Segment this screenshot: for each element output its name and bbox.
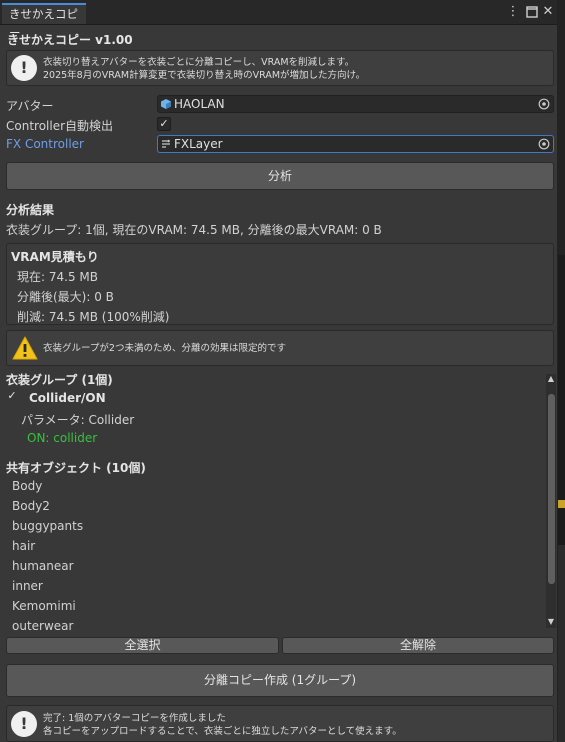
scrollbar-thumb[interactable] bbox=[548, 394, 555, 584]
tab-kisekae-copy[interactable]: きせかえコピー bbox=[2, 3, 86, 40]
object-picker-icon[interactable] bbox=[538, 138, 550, 150]
maximize-icon[interactable] bbox=[524, 4, 540, 20]
avatar-label: アバター bbox=[6, 99, 54, 113]
close-icon[interactable]: ✕ bbox=[540, 4, 556, 20]
group-parameter: パラメータ: Collider bbox=[21, 413, 135, 427]
status-help-box: ! 完了: 1個のアバターコピーを作成しました 各コピーをアップロードすることで… bbox=[6, 705, 554, 742]
autodetect-label: Controller自動検出 bbox=[6, 119, 114, 133]
info-icon: ! bbox=[11, 711, 37, 737]
vram-reduction: 削減: 74.5 MB (100%削減) bbox=[17, 310, 170, 324]
list-item: Body2 bbox=[12, 499, 50, 513]
group-name: Collider/ON bbox=[29, 391, 106, 405]
info-line-1: 衣装切り替えアバターを衣装ごとに分離コピーし、VRAMを削減します。 bbox=[43, 57, 355, 68]
warning-help-box: 衣装グループが2つ未満のため、分離の効果は限定的です bbox=[6, 330, 554, 366]
list-item: buggypants bbox=[12, 519, 84, 533]
results-heading: 分析結果 bbox=[6, 203, 55, 217]
info-line-2: 2025年8月のVRAM計算変更で衣装切り替え時のVRAMが増加した方向け。 bbox=[43, 70, 366, 81]
list-item: outerwear bbox=[12, 619, 74, 632]
avatar-field[interactable]: HAOLAN bbox=[157, 95, 554, 113]
info-icon: ! bbox=[11, 55, 37, 81]
group-checkbox[interactable]: ✓ bbox=[5, 390, 19, 404]
kisekae-copy-window: きせかえコピー ⋮ ✕ きせかえコピー v1.00 ! 衣装切り替えアバターを衣… bbox=[0, 0, 558, 742]
status-line-2: 各コピーをアップロードすることで、衣装ごとに独立したアバターとして使えます。 bbox=[43, 726, 402, 737]
fx-controller-field[interactable]: FXLayer bbox=[157, 135, 554, 153]
list-item: hair bbox=[12, 539, 36, 553]
list-item: Kemomimi bbox=[12, 599, 76, 613]
list-item: inner bbox=[12, 579, 43, 593]
group-on-value: ON: collider bbox=[27, 431, 98, 445]
analyze-button[interactable]: 分析 bbox=[6, 162, 554, 190]
fx-controller-value: FXLayer bbox=[174, 137, 223, 151]
kebab-menu-icon[interactable]: ⋮ bbox=[505, 4, 521, 20]
fx-controller-label: FX Controller bbox=[6, 137, 84, 151]
vram-after: 分離後(最大): 0 B bbox=[17, 290, 114, 304]
vram-title: VRAM見積もり bbox=[11, 250, 99, 264]
warning-icon bbox=[12, 336, 38, 360]
info-help-box: ! 衣装切り替えアバターを衣装ごとに分離コピーし、VRAMを削減します。 202… bbox=[6, 50, 554, 86]
scroll-up-arrow-icon[interactable]: ▲ bbox=[546, 374, 556, 383]
animator-controller-icon bbox=[162, 139, 170, 148]
scroll-down-arrow-icon[interactable]: ▼ bbox=[546, 617, 556, 626]
background-app-strip bbox=[557, 0, 565, 742]
page-title: きせかえコピー v1.00 bbox=[7, 33, 133, 47]
vram-estimate-box: VRAM見積もり 現在: 74.5 MB 分離後(最大): 0 B 削減: 74… bbox=[6, 243, 554, 325]
object-picker-icon[interactable] bbox=[538, 98, 550, 110]
deselect-all-button[interactable]: 全解除 bbox=[282, 637, 554, 654]
autodetect-checkbox[interactable]: ✓ bbox=[157, 117, 171, 131]
warning-text: 衣装グループが2つ未満のため、分離の効果は限定的です bbox=[43, 343, 286, 354]
vram-current: 現在: 74.5 MB bbox=[17, 270, 98, 284]
results-summary: 衣装グループ: 1個, 現在のVRAM: 74.5 MB, 分離後の最大VRAM… bbox=[6, 223, 382, 237]
avatar-value: HAOLAN bbox=[174, 97, 225, 111]
select-all-button[interactable]: 全選択 bbox=[6, 637, 279, 654]
status-line-1: 完了: 1個のアバターコピーを作成しました bbox=[43, 713, 226, 724]
list-item: Body bbox=[12, 479, 43, 493]
groups-heading: 衣装グループ (1個) bbox=[6, 373, 113, 387]
list-item: humanear bbox=[12, 559, 74, 573]
groups-scroll-view[interactable]: 衣装グループ (1個) ✓ Collider/ON パラメータ: Collide… bbox=[0, 368, 546, 632]
gameobject-cube-icon bbox=[161, 99, 171, 109]
shared-objects-heading: 共有オブジェクト (10個) bbox=[6, 461, 146, 475]
create-split-copy-button[interactable]: 分離コピー作成 (1グループ) bbox=[6, 664, 554, 697]
